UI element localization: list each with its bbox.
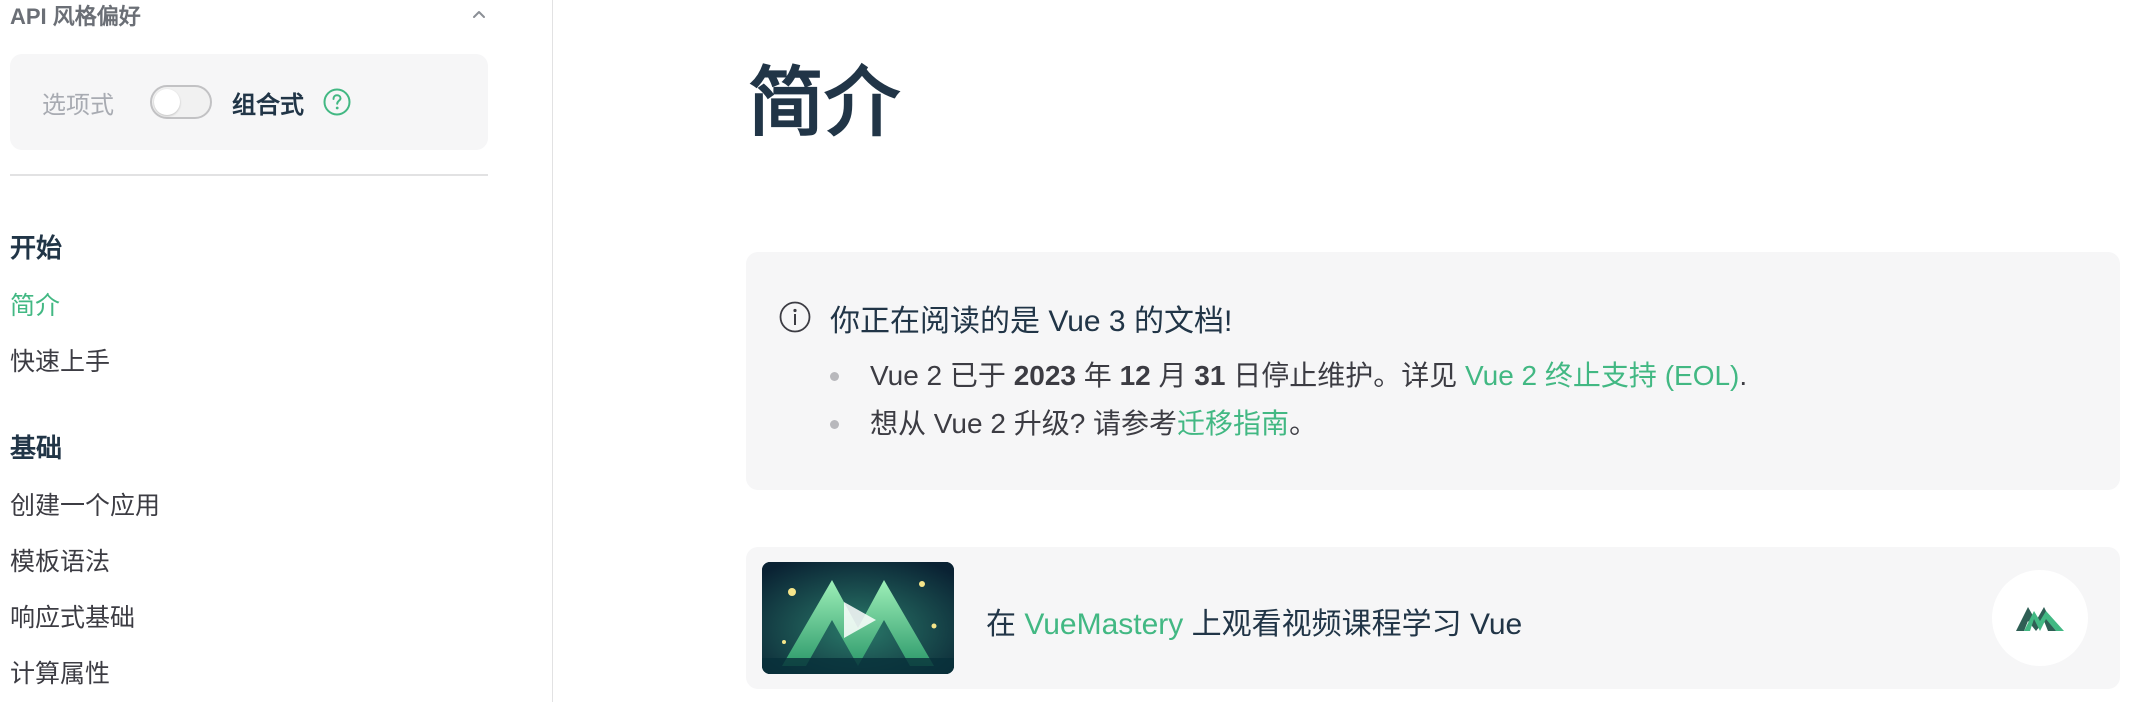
notice-item-migration: 想从 Vue 2 升级? 请参考迁移指南。 bbox=[826, 400, 1747, 448]
notice-eol-text1: 年 bbox=[1076, 360, 1120, 391]
sidebar-item-template-syntax[interactable]: 模板语法 bbox=[10, 542, 110, 578]
vuemastery-banner[interactable]: 在 VueMastery 上观看视频课程学习 Vue bbox=[746, 547, 2120, 689]
notice-migration-prefix: 想从 Vue 2 升级? 请参考 bbox=[870, 408, 1178, 439]
notice-eol-suffix: . bbox=[1739, 360, 1748, 391]
notice-title: 你正在阅读的是 Vue 3 的文档! bbox=[830, 305, 1233, 338]
notice-eol-year: 2023 bbox=[1013, 360, 1076, 391]
sidebar-divider bbox=[10, 174, 488, 176]
sidebar-item-quick-start[interactable]: 快速上手 bbox=[10, 342, 110, 378]
notice-eol-text2: 月 bbox=[1150, 360, 1195, 391]
docs-page: API 风格偏好 选项式 组合式 开始 简介 快速上手 基础 创建一个应用 模板… bbox=[0, 0, 2134, 702]
api-preference-header[interactable]: API 风格偏好 bbox=[10, 0, 488, 30]
api-preference-title: API 风格偏好 bbox=[10, 4, 141, 29]
sidebar-group-title-getting-started: 开始 bbox=[10, 233, 63, 263]
chevron-up-icon[interactable] bbox=[470, 6, 488, 24]
toggle-knob bbox=[154, 89, 180, 115]
vuemastery-prefix: 在 bbox=[986, 608, 1025, 641]
question-circle-icon[interactable] bbox=[322, 87, 352, 117]
info-circle-icon bbox=[779, 301, 811, 333]
sidebar: API 风格偏好 选项式 组合式 开始 简介 快速上手 基础 创建一个应用 模板… bbox=[0, 0, 553, 702]
options-api-label[interactable]: 选项式 bbox=[42, 85, 114, 120]
notice-eol-text3: 日停止维护。详见 bbox=[1225, 360, 1465, 391]
video-thumbnail[interactable] bbox=[762, 562, 954, 674]
notice-eol-month: 12 bbox=[1119, 360, 1151, 391]
sidebar-item-introduction[interactable]: 简介 bbox=[10, 286, 60, 322]
api-style-toggle[interactable] bbox=[150, 85, 212, 119]
composition-api-label[interactable]: 组合式 bbox=[232, 85, 304, 120]
vuemastery-logo-mark bbox=[2016, 607, 2064, 631]
vuemastery-link[interactable]: VueMastery bbox=[1024, 608, 1183, 641]
sidebar-group-title-essentials: 基础 bbox=[10, 433, 63, 463]
sidebar-item-reactivity-basics[interactable]: 响应式基础 bbox=[10, 598, 135, 634]
notice-list: Vue 2 已于 2023 年 12 月 31 日停止维护。详见 Vue 2 终… bbox=[826, 352, 1747, 448]
notice-eol-prefix: Vue 2 已于 bbox=[870, 360, 1014, 391]
sidebar-item-computed-properties[interactable]: 计算属性 bbox=[10, 654, 110, 690]
vuemastery-text: 在 VueMastery 上观看视频课程学习 Vue bbox=[986, 599, 1522, 643]
vue3-notice-box: 你正在阅读的是 Vue 3 的文档! Vue 2 已于 2023 年 12 月 … bbox=[746, 252, 2120, 490]
play-video-icon[interactable] bbox=[762, 562, 954, 674]
notice-migration-suffix: 。 bbox=[1289, 408, 1318, 439]
sidebar-item-create-app[interactable]: 创建一个应用 bbox=[10, 486, 160, 522]
notice-item-eol: Vue 2 已于 2023 年 12 月 31 日停止维护。详见 Vue 2 终… bbox=[826, 352, 1747, 400]
vuemastery-logo-icon[interactable] bbox=[1992, 570, 2088, 666]
vuemastery-suffix: 上观看视频课程学习 Vue bbox=[1183, 608, 1523, 641]
vue2-eol-link[interactable]: Vue 2 终止支持 (EOL) bbox=[1465, 360, 1739, 391]
notice-eol-day: 31 bbox=[1194, 360, 1226, 391]
api-style-switcher: 选项式 组合式 bbox=[10, 54, 488, 150]
migration-guide-link[interactable]: 迁移指南 bbox=[1177, 408, 1289, 439]
page-title: 简介 bbox=[748, 61, 900, 146]
